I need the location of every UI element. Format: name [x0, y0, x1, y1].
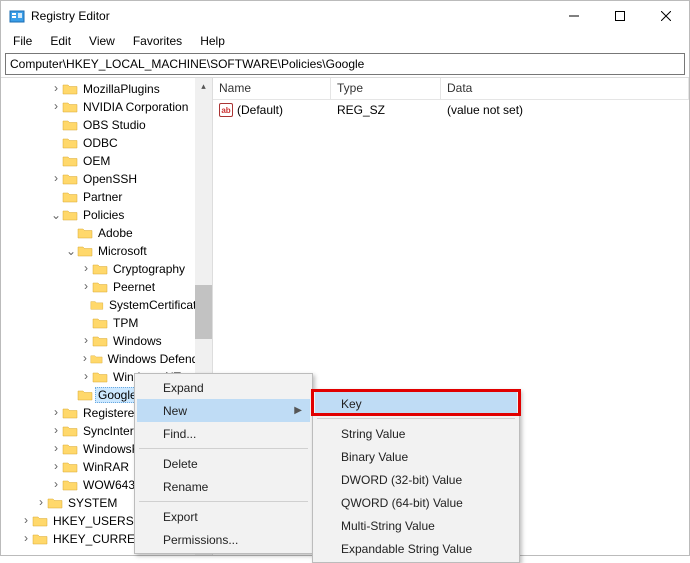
collapse-icon[interactable]: ⌄ — [50, 208, 62, 223]
tree-item[interactable]: ›ODBC — [1, 134, 212, 152]
minimize-button[interactable] — [551, 1, 597, 31]
tree-label: Partner — [80, 189, 125, 205]
col-type[interactable]: Type — [331, 78, 441, 99]
tree-label: NVIDIA Corporation — [80, 99, 191, 115]
menu-help[interactable]: Help — [192, 32, 233, 50]
tree-item[interactable]: ⌄ Microsoft — [1, 242, 212, 260]
col-data[interactable]: Data — [441, 78, 689, 99]
expand-icon[interactable]: › — [20, 514, 32, 528]
scroll-thumb[interactable] — [195, 285, 212, 338]
scroll-up-button[interactable]: ▴ — [195, 78, 212, 95]
expand-icon[interactable]: › — [50, 424, 62, 438]
tree-item[interactable]: ›OEM — [1, 152, 212, 170]
tree-label: Cryptography — [110, 261, 188, 277]
menu-favorites[interactable]: Favorites — [125, 32, 190, 50]
tree-item[interactable]: › Windows — [1, 332, 212, 350]
tree-label: Peernet — [110, 279, 158, 295]
list-header: Name Type Data — [213, 78, 689, 100]
menu-item[interactable]: Binary Value — [315, 445, 517, 468]
tree-label: Windows — [110, 333, 165, 349]
menu-item[interactable]: Find... — [137, 422, 310, 445]
menu-item[interactable]: New▶ — [137, 399, 310, 422]
tree-item[interactable]: ›Windows Defender — [1, 350, 212, 368]
menu-item[interactable]: Rename — [137, 475, 310, 498]
regedit-icon — [9, 8, 25, 24]
menu-item[interactable]: Expandable String Value — [315, 537, 517, 560]
tree-item[interactable]: › OpenSSH — [1, 170, 212, 188]
address-bar[interactable]: Computer\HKEY_LOCAL_MACHINE\SOFTWARE\Pol… — [5, 53, 685, 75]
menu-item[interactable]: QWORD (64-bit) Value — [315, 491, 517, 514]
menu-separator — [139, 501, 308, 502]
tree-item[interactable]: ›SystemCertificates — [1, 296, 212, 314]
expand-icon[interactable]: › — [50, 172, 62, 186]
collapse-icon[interactable]: ⌄ — [65, 244, 77, 259]
menubar: File Edit View Favorites Help — [1, 31, 689, 51]
tree-label: Microsoft — [95, 243, 150, 259]
window-buttons — [551, 1, 689, 31]
expand-icon[interactable]: › — [80, 352, 90, 366]
context-menu: ExpandNew▶Find... DeleteRename ExportPermi… — [134, 373, 313, 554]
tree-label: WinRAR — [80, 459, 132, 475]
menu-item[interactable]: Delete — [137, 452, 310, 475]
menu-separator — [317, 418, 515, 419]
expand-icon[interactable]: › — [50, 82, 62, 96]
tree-label: Adobe — [95, 225, 136, 241]
tree-item[interactable]: › NVIDIA Corporation — [1, 98, 212, 116]
value-name: (Default) — [237, 103, 283, 117]
tree-label: HKEY_USERS — [50, 513, 137, 529]
menu-item[interactable]: Multi-String Value — [315, 514, 517, 537]
tree-item[interactable]: ›Adobe — [1, 224, 212, 242]
expand-icon[interactable]: › — [50, 478, 62, 492]
menu-item[interactable]: Export — [137, 505, 310, 528]
tree-label: MozillaPlugins — [80, 81, 163, 97]
expand-icon[interactable]: › — [20, 532, 32, 546]
tree-label: ODBC — [80, 135, 121, 151]
value-data: (value not set) — [441, 101, 689, 119]
menu-item[interactable]: Key — [315, 392, 517, 415]
window-title: Registry Editor — [31, 9, 551, 23]
address-text: Computer\HKEY_LOCAL_MACHINE\SOFTWARE\Pol… — [10, 57, 364, 71]
expand-icon[interactable]: › — [80, 334, 92, 348]
tree-item[interactable]: › Cryptography — [1, 260, 212, 278]
tree-item[interactable]: › Peernet — [1, 278, 212, 296]
tree-label: Google — [95, 387, 140, 403]
expand-icon[interactable]: › — [50, 460, 62, 474]
expand-icon[interactable]: › — [50, 442, 62, 456]
submenu-new: Key String ValueBinary ValueDWORD (32-bit… — [312, 389, 520, 563]
tree-item[interactable]: ⌄ Policies — [1, 206, 212, 224]
expand-icon[interactable]: › — [50, 406, 62, 420]
expand-icon[interactable]: › — [80, 370, 92, 384]
list-row[interactable]: ab (Default) REG_SZ (value not set) — [213, 100, 689, 120]
expand-icon[interactable]: › — [80, 262, 92, 276]
menu-item[interactable]: String Value — [315, 422, 517, 445]
menu-view[interactable]: View — [81, 32, 123, 50]
menu-edit[interactable]: Edit — [42, 32, 79, 50]
col-name[interactable]: Name — [213, 78, 331, 99]
value-type: REG_SZ — [331, 101, 441, 119]
tree-label: OpenSSH — [80, 171, 140, 187]
tree-label: OBS Studio — [80, 117, 149, 133]
tree-label: SYSTEM — [65, 495, 120, 511]
tree-label: TPM — [110, 315, 141, 331]
expand-icon[interactable]: › — [35, 496, 47, 510]
tree-item[interactable]: ›Partner — [1, 188, 212, 206]
tree-item[interactable]: ›TPM — [1, 314, 212, 332]
maximize-button[interactable] — [597, 1, 643, 31]
tree-item[interactable]: › MozillaPlugins — [1, 80, 212, 98]
submenu-arrow-icon: ▶ — [294, 405, 302, 416]
expand-icon[interactable]: › — [50, 100, 62, 114]
expand-icon[interactable]: › — [80, 280, 92, 294]
menu-item[interactable]: DWORD (32-bit) Value — [315, 468, 517, 491]
tree-item[interactable]: ›OBS Studio — [1, 116, 212, 134]
tree-label: OEM — [80, 153, 113, 169]
titlebar: Registry Editor — [1, 1, 689, 31]
menu-item[interactable]: Expand — [137, 376, 310, 399]
tree-label: Policies — [80, 207, 127, 223]
menu-item[interactable]: Permissions... — [137, 528, 310, 551]
string-value-icon: ab — [219, 103, 233, 117]
menu-separator — [139, 448, 308, 449]
close-button[interactable] — [643, 1, 689, 31]
menu-file[interactable]: File — [5, 32, 40, 50]
